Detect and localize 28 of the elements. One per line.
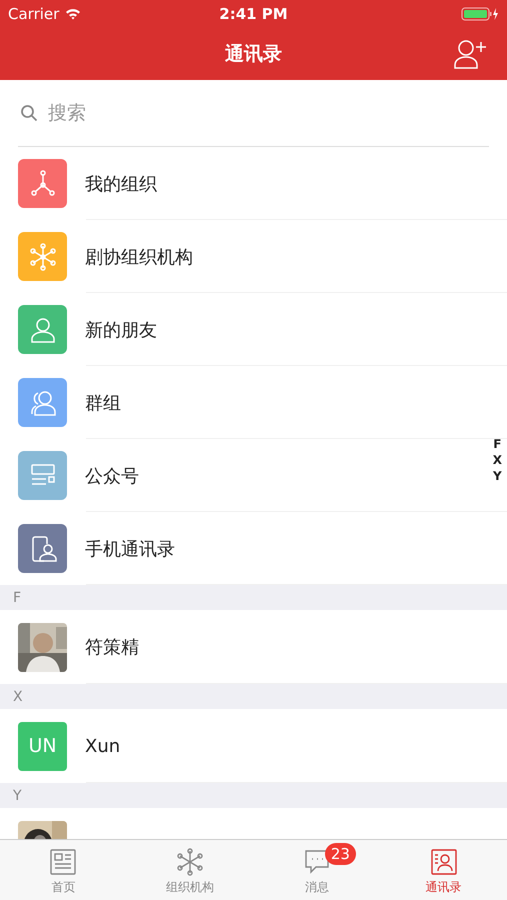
network-icon — [176, 848, 204, 876]
initials-avatar: UN — [18, 722, 67, 770]
status-time: 2:41 PM — [219, 5, 288, 23]
carrier-label: Carrier — [8, 5, 60, 23]
index-letter[interactable]: F — [493, 436, 502, 452]
section-header: Y — [0, 783, 507, 808]
section-header: F — [0, 585, 507, 610]
network-icon — [28, 242, 58, 272]
tab-item[interactable]: 消息 23 — [254, 840, 380, 900]
unread-badge: 23 — [324, 843, 356, 865]
battery-icon — [460, 7, 499, 21]
contact-card-icon — [430, 848, 458, 876]
shortcut-item[interactable]: 新的朋友 — [0, 293, 507, 366]
index-letter[interactable]: X — [492, 452, 502, 468]
shortcut-item[interactable]: 手机通讯录 — [0, 512, 507, 585]
contact-item[interactable]: UN Xun — [0, 709, 507, 783]
search-icon — [20, 104, 38, 122]
page-title: 通讯录 — [225, 42, 282, 67]
section-header: X — [0, 684, 507, 709]
add-friend-button[interactable] — [453, 38, 487, 70]
shortcut-item[interactable]: 群组 — [0, 366, 507, 439]
wifi-icon — [65, 8, 82, 20]
contact-item[interactable]: 符策精 — [0, 610, 507, 684]
newspaper-icon — [49, 848, 78, 876]
shortcut-item[interactable]: 我的组织 — [0, 147, 507, 220]
tab-item[interactable]: 通讯录 — [380, 840, 507, 900]
index-letter[interactable]: Y — [493, 468, 502, 484]
shortcut-item[interactable]: 剧协组织机构 — [0, 220, 507, 293]
